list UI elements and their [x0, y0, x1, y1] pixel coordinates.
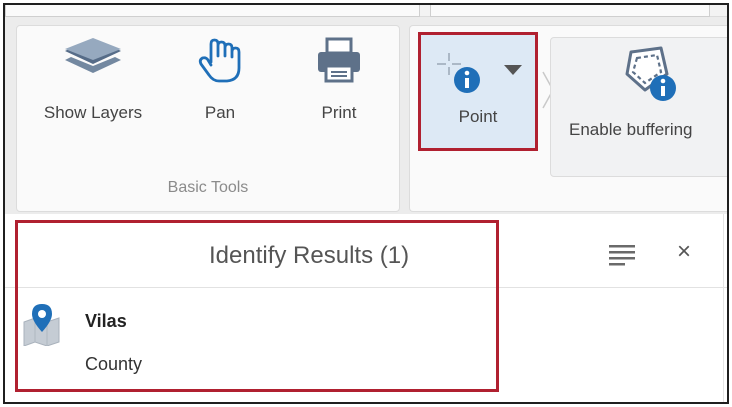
top-tab[interactable] — [5, 5, 420, 17]
top-strip — [5, 5, 727, 17]
print-label: Print — [321, 103, 357, 122]
basic-tools-group: Show Layers Pan Print Basic Tools — [16, 25, 400, 212]
hand-icon — [185, 36, 255, 89]
show-layers-label: Show Layers — [43, 103, 143, 122]
ribbon-toolbar: Show Layers Pan Print Basic Tools Point … — [5, 17, 727, 214]
basic-tools-label: Basic Tools — [167, 179, 249, 196]
app-window: Show Layers Pan Print Basic Tools Point … — [3, 3, 729, 404]
print-button[interactable]: Print — [299, 36, 379, 123]
map-pin-icon — [21, 302, 63, 351]
identify-results-panel: Identify Results (1) × Vilas County — [5, 214, 727, 402]
enable-buffering-label: Enable buffering — [569, 120, 693, 139]
buffer-icon — [621, 44, 681, 109]
result-name: Vilas — [85, 311, 127, 331]
printer-icon — [299, 36, 379, 89]
hamburger-icon[interactable] — [609, 244, 635, 271]
pan-button[interactable]: Pan — [185, 36, 255, 123]
close-icon[interactable]: × — [677, 238, 691, 266]
result-list-item[interactable]: Vilas County — [5, 288, 505, 388]
result-type: County — [85, 354, 143, 374]
layers-icon — [31, 36, 155, 89]
chevron-down-icon[interactable] — [503, 63, 523, 81]
point-identify-icon — [437, 53, 485, 102]
identify-group: Point Enable buffering — [409, 25, 727, 212]
top-tab[interactable] — [430, 5, 710, 17]
point-identify-button[interactable]: Point — [418, 32, 538, 151]
enable-buffering-button[interactable]: Enable buffering — [550, 37, 727, 177]
pan-label: Pan — [204, 103, 236, 122]
panel-divider — [723, 214, 724, 402]
show-layers-button[interactable]: Show Layers — [31, 36, 155, 123]
results-header: Identify Results (1) × — [5, 214, 727, 288]
results-title: Identify Results (1) — [209, 242, 410, 269]
point-label: Point — [458, 107, 498, 126]
